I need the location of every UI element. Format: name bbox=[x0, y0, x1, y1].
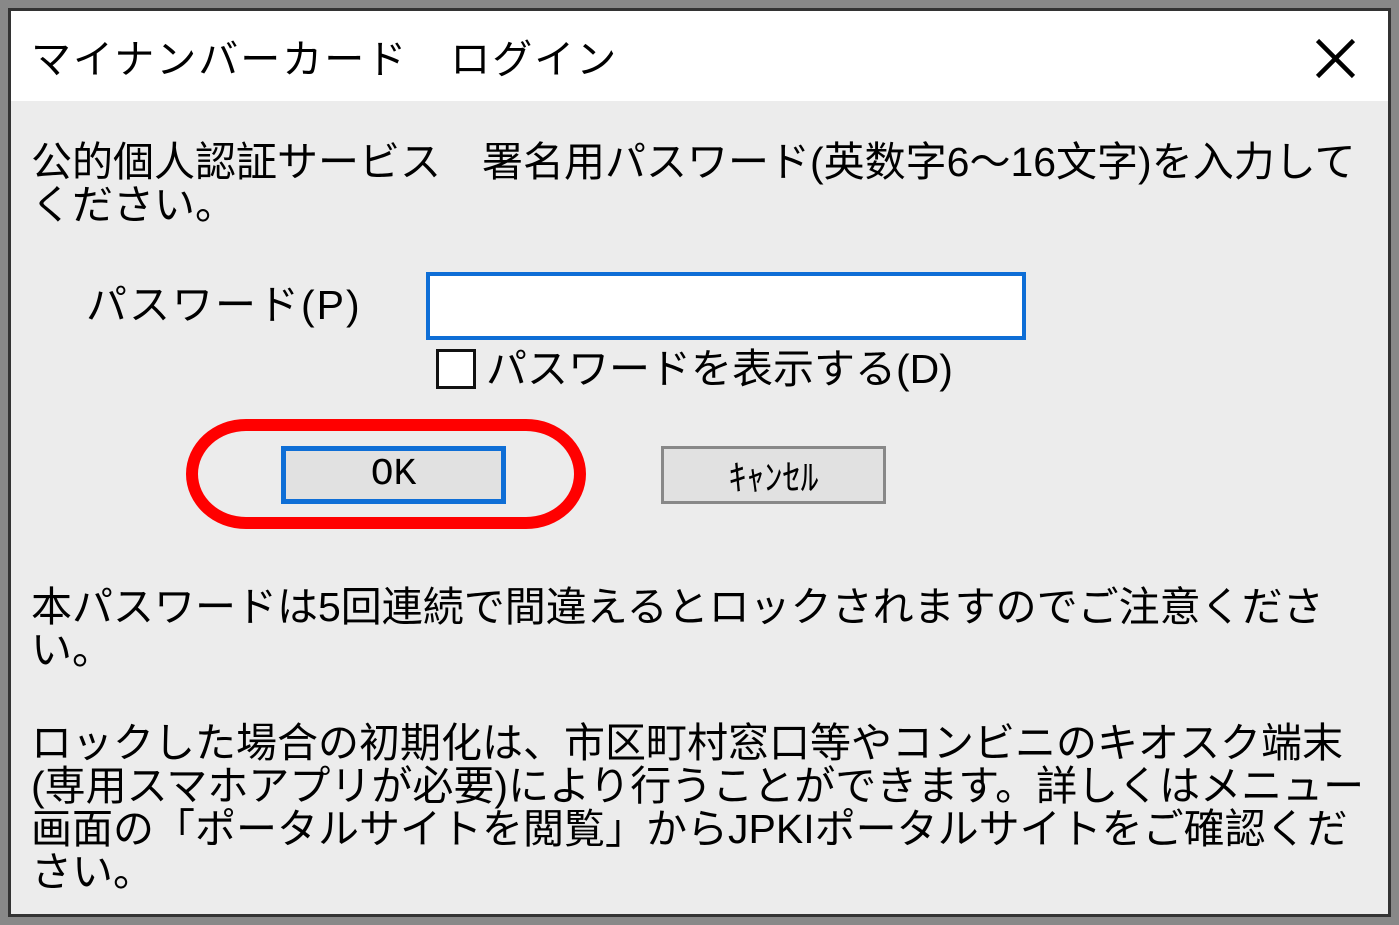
close-button[interactable] bbox=[1308, 31, 1363, 86]
cancel-button[interactable]: ｷｬﾝｾﾙ bbox=[661, 446, 886, 504]
login-dialog: マイナンバーカード ログイン 公的個人認証サービス 署名用パスワード(英数字6～… bbox=[8, 8, 1391, 917]
show-password-checkbox[interactable] bbox=[436, 349, 476, 389]
password-input[interactable] bbox=[426, 272, 1026, 340]
password-label: パスワード(P) bbox=[86, 284, 426, 327]
title-bar: マイナンバーカード ログイン bbox=[11, 11, 1388, 101]
dialog-title: マイナンバーカード ログイン bbox=[31, 27, 618, 85]
reset-info-text: ロックした場合の初期化は、市区町村窓口等やコンビニのキオスク端末(専用スマホアプ… bbox=[31, 722, 1368, 894]
close-icon bbox=[1313, 36, 1358, 81]
show-password-row: パスワードを表示する(D) bbox=[436, 348, 1368, 391]
password-row: パスワード(P) bbox=[86, 272, 1368, 340]
dialog-body: 公的個人認証サービス 署名用パスワード(英数字6～16文字)を入力してください。… bbox=[11, 101, 1388, 914]
ok-button[interactable]: OK bbox=[281, 446, 506, 504]
button-row: OK ｷｬﾝｾﾙ bbox=[31, 431, 1368, 551]
lock-warning-text: 本パスワードは5回連続で間違えるとロックされますのでご注意ください。 bbox=[31, 586, 1368, 672]
instruction-text: 公的個人認証サービス 署名用パスワード(英数字6～16文字)を入力してください。 bbox=[31, 141, 1368, 227]
show-password-label[interactable]: パスワードを表示する(D) bbox=[486, 348, 953, 391]
